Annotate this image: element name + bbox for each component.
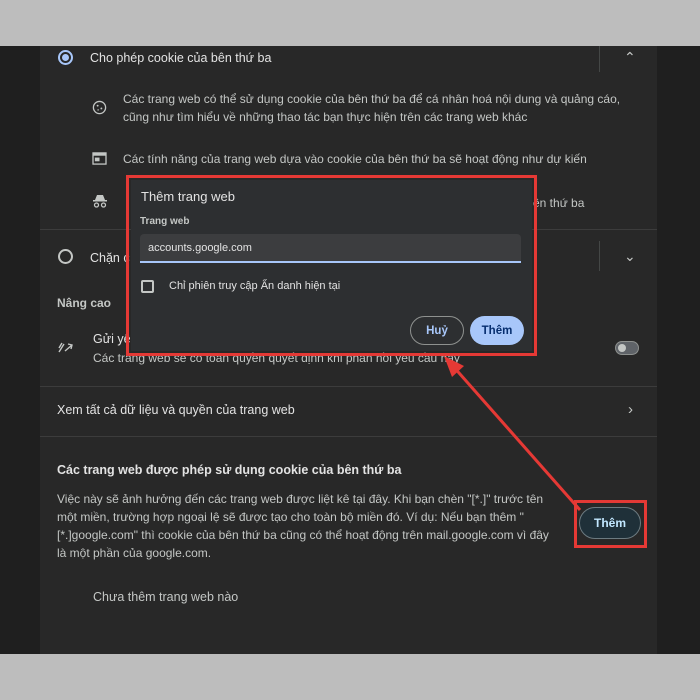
confirm-add-button[interactable]: Thêm: [470, 316, 524, 345]
incognito-only-checkbox[interactable]: [141, 280, 154, 293]
cancel-button[interactable]: Huỷ: [410, 316, 464, 345]
incognito-only-label: Chỉ phiên truy cập Ẩn danh hiện tại: [169, 280, 341, 292]
site-field-label: Trang web: [140, 216, 190, 227]
dialog-title: Thêm trang web: [141, 189, 235, 204]
site-input[interactable]: accounts.google.com: [140, 234, 521, 263]
add-site-dialog: Thêm trang web Trang web accounts.google…: [131, 180, 532, 351]
